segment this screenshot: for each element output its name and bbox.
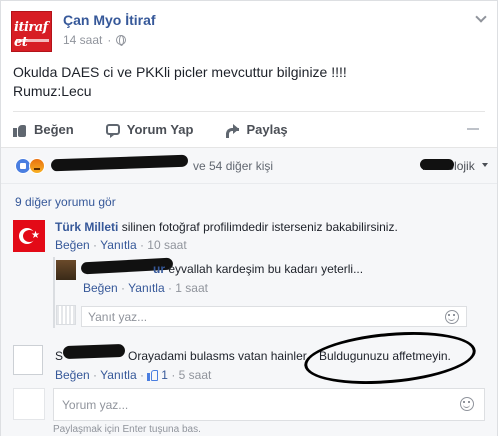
current-user-avatar: [13, 388, 45, 420]
reply-text: eyvallah kardeşim bu kadarı yeterli...: [168, 262, 364, 276]
avatar-logo-stripe: [16, 39, 49, 42]
post-timestamp[interactable]: 14 saat: [63, 33, 102, 47]
comment-reply-link[interactable]: Yanıtla: [100, 238, 136, 252]
like-count-icon[interactable]: [147, 369, 159, 381]
comment-like-link[interactable]: Beğen: [55, 368, 90, 382]
post-card: itiraf et Çan Myo İtiraf 14 saat · Okuld…: [0, 0, 498, 436]
comment-actions: Beğen · Yanıtla · 1 · 5 saat: [55, 368, 212, 382]
comment-body: Orayadami bulasms vatan hainler: [128, 348, 307, 364]
share-button[interactable]: Paylaş: [225, 122, 288, 138]
post-meta: 14 saat ·: [63, 33, 127, 47]
enter-hint: Paylaşmak için Enter tuşuna bas.: [53, 424, 201, 435]
share-label: Paylaş: [246, 122, 288, 137]
comment-input[interactable]: Yorum yaz...: [53, 388, 485, 421]
commenter-avatar[interactable]: [13, 345, 43, 375]
comment-actions: Beğen · Yanıtla · 10 saat: [55, 238, 187, 252]
comment-text: silinen fotoğraf profilimdedir isterseni…: [121, 220, 398, 234]
share-icon: [225, 123, 240, 138]
star-icon: ★: [31, 230, 40, 241]
comment-body: Türk Milleti silinen fotoğraf profilimde…: [55, 219, 398, 235]
post-actions: Beğen Yorum Yap Paylaş: [13, 111, 485, 143]
post-body: Okulda DAES ci ve PKKli picler mevcuttur…: [13, 63, 347, 101]
comment-label: Yorum Yap: [126, 122, 194, 137]
comment-button[interactable]: Yorum Yap: [105, 122, 194, 138]
redaction-mark: [420, 159, 454, 170]
reply-input[interactable]: Yanıt yaz...: [81, 306, 467, 327]
comment-text: Orayadami bulasms vatan hainler: [128, 349, 307, 363]
view-more-comments-link[interactable]: 9 diğer yorumu gör: [15, 195, 116, 209]
more-options-icon[interactable]: [467, 128, 479, 132]
comment-like-link[interactable]: Beğen: [55, 238, 90, 252]
comment-icon: [105, 124, 120, 138]
avatar-logo-text: itiraf et: [14, 20, 48, 50]
reply-like-link[interactable]: Beğen: [83, 281, 118, 295]
like-icon: [13, 123, 27, 137]
emoji-icon[interactable]: [445, 310, 459, 324]
comment-author[interactable]: Türk Milleti: [55, 220, 118, 234]
angry-reaction-icon[interactable]: [29, 158, 45, 174]
dot-separator: ·: [107, 33, 112, 47]
reply-actions: Beğen · Yanıtla · 1 saat: [83, 281, 208, 295]
like-button[interactable]: Beğen: [13, 122, 74, 137]
reply-time[interactable]: 1 saat: [175, 281, 208, 295]
comment-time[interactable]: 10 saat: [147, 238, 186, 252]
reaction-count[interactable]: ve 54 diğer kişi: [193, 159, 273, 173]
reply-avatar[interactable]: [56, 260, 76, 280]
redaction-mark: [62, 343, 126, 360]
caret-down-icon[interactable]: [482, 163, 488, 167]
page-name-link[interactable]: Çan Myo İtiraf: [63, 12, 156, 28]
reply-body: ur eyvallah kardeşim bu kadarı yeterli..…: [153, 261, 363, 277]
comment-reply-link[interactable]: Yanıtla: [100, 368, 136, 382]
like-label: Beğen: [34, 122, 74, 137]
chevron-down-icon[interactable]: [475, 11, 487, 23]
current-user-avatar: [56, 305, 76, 325]
page-avatar[interactable]: itiraf et: [11, 11, 52, 52]
post-text-line: Rumuz:Lecu: [13, 83, 92, 99]
emoji-icon[interactable]: [460, 397, 474, 411]
reply-author[interactable]: ur: [153, 262, 165, 276]
reply-reply-link[interactable]: Yanıtla: [128, 281, 164, 295]
post-text-line: Okulda DAES ci ve PKKli picler mevcuttur…: [13, 64, 347, 80]
globe-icon[interactable]: [116, 35, 127, 46]
reply-thread-line: [53, 257, 55, 328]
comment-author[interactable]: S: [55, 348, 63, 364]
commenter-avatar[interactable]: ★: [13, 220, 45, 252]
comment-time[interactable]: 5 saat: [179, 368, 212, 382]
comment-like-count[interactable]: 1: [161, 368, 168, 382]
